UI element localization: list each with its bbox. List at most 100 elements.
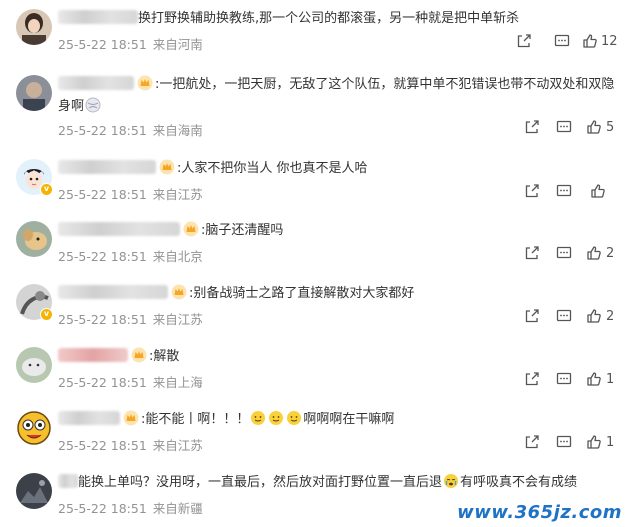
comment-meta: 25-5-22 18:51 来自江苏 [58,435,203,454]
comment-meta: 25-5-22 18:51 来自北京 [58,246,203,265]
avatar[interactable] [16,347,52,383]
comment-meta: 25-5-22 18:51 来自江苏 [58,309,203,328]
comment-location: 来自河南 [152,37,203,52]
comment-item: :脑子还清醒吗 25-5-22 18:51 来自北京 2 [0,212,628,274]
crown-icon [123,410,139,426]
comment-time: 25-5-22 18:51 [58,123,147,138]
thumbs-up-icon[interactable] [586,308,602,324]
comment-line: 换打野换辅助换教练,那一个公司的都滚蛋，另一种就是把中单斩杀 [58,8,620,30]
like-count: 2 [606,309,615,324]
comment-meta: 25-5-22 18:51 来自河南 [58,34,203,53]
avatar[interactable] [16,221,52,257]
comment-item: v :人家不把你当人 你也真不是人哈 25-5-22 18:51 来自江苏 [0,150,628,212]
comment-text-cont: 身啊 [58,99,85,114]
comment-meta: 25-5-22 18:51 来自海南 [58,120,203,139]
comment-time: 25-5-22 18:51 [58,312,147,327]
like-count: 1 [606,435,615,450]
share-icon[interactable] [524,119,540,135]
crying-emoji-icon [444,474,459,488]
username[interactable] [58,411,120,425]
comment-time: 25-5-22 18:51 [58,375,147,390]
comment-text: :脑子还清醒吗 [201,223,284,238]
share-icon[interactable] [524,183,540,199]
share-icon[interactable] [524,434,540,450]
comment-text-cont: 有呼吸真不会有成绩 [460,475,578,490]
username[interactable] [58,76,134,90]
smile-emoji-icon [269,411,284,425]
like-count: 5 [606,120,615,135]
comment-line: :脑子还清醒吗 [58,220,620,242]
crown-icon [183,221,199,237]
like-count: 2 [606,246,615,261]
comment-line: :别备战骑士之路了直接解散对大家都好 [58,283,620,305]
share-icon[interactable] [524,308,540,324]
username[interactable] [58,222,180,236]
comment-location: 来自江苏 [152,438,203,453]
comment-icon[interactable] [556,308,572,324]
comment-line: :解散 [58,346,620,368]
share-icon[interactable] [524,245,540,261]
comment-icon[interactable] [556,119,572,135]
comment-text: :解散 [149,349,180,364]
comment-location: 来自新疆 [152,501,203,516]
comment-location: 来自上海 [152,375,203,390]
username[interactable] [58,160,156,174]
thumbs-up-icon[interactable] [586,371,602,387]
comment-line: :一把航处，一把天厨，无敌了这个队伍，就算中单不犯错误也带不动双处和双隐 身啊 [58,74,620,118]
avatar[interactable] [16,473,52,509]
comment-icon[interactable] [556,245,572,261]
crown-icon [131,347,147,363]
comment-meta: 25-5-22 18:51 来自新疆 [58,498,203,517]
comment-meta: 25-5-22 18:51 来自江苏 [58,184,203,203]
comment-icon[interactable] [554,33,570,49]
comment-time: 25-5-22 18:51 [58,438,147,453]
crown-icon [137,75,153,91]
avatar[interactable] [16,410,52,446]
comment-meta: 25-5-22 18:51 来自上海 [58,372,203,391]
smile-emoji-icon [287,411,302,425]
comment-icon[interactable] [556,371,572,387]
comment-icon[interactable] [556,183,572,199]
verified-badge: v [40,183,53,196]
comment-time: 25-5-22 18:51 [58,249,147,264]
avatar[interactable] [16,9,52,45]
comment-time: 25-5-22 18:51 [58,37,147,52]
crown-icon [171,284,187,300]
username[interactable] [58,474,78,488]
ball-emoji-icon [85,97,101,113]
comment-icon[interactable] [556,434,572,450]
comment-time: 25-5-22 18:51 [58,187,147,202]
username[interactable] [58,348,128,362]
smile-emoji-icon [251,411,266,425]
avatar[interactable] [16,75,52,111]
comment-item: :解散 25-5-22 18:51 来自上海 1 [0,338,628,400]
thumbs-up-icon[interactable] [586,119,602,135]
watermark: www.365jz.com [457,502,622,523]
comment-text: 能换上单吗？没用呀，一直最后，然后放对面打野位置一直后退 [78,475,443,490]
comment-text-cont: 啊啊啊在干嘛啊 [303,412,395,427]
comment-location: 来自海南 [152,123,203,138]
comment-item: 换打野换辅助换教练,那一个公司的都滚蛋，另一种就是把中单斩杀 25-5-22 1… [0,0,628,62]
comment-line: 能换上单吗？没用呀，一直最后，然后放对面打野位置一直后退 有呼吸真不会有成绩 [58,472,620,494]
like-count: 1 [606,372,615,387]
comment-location: 来自江苏 [152,312,203,327]
thumbs-up-icon[interactable] [586,245,602,261]
comment-location: 来自北京 [152,249,203,264]
verified-badge: v [40,308,53,321]
thumbs-up-icon[interactable] [590,183,606,199]
comment-time: 25-5-22 18:51 [58,501,147,516]
username[interactable] [58,10,138,24]
comment-text: :一把航处，一把天厨，无敌了这个队伍，就算中单不犯错误也带不动双处和双隐 [155,77,615,92]
comment-location: 来自江苏 [152,187,203,202]
like-count: 12 [601,34,618,49]
comment-line: :人家不把你当人 你也真不是人哈 [58,158,620,180]
thumbs-up-icon[interactable] [586,434,602,450]
share-icon[interactable] [516,33,532,49]
comment-text: :人家不把你当人 你也真不是人哈 [177,161,368,176]
comment-item: v :别备战骑士之路了直接解散对大家都好 25-5-22 18:51 来自江苏 2 [0,275,628,337]
username[interactable] [58,285,168,299]
comment-item: :能不能丨啊！！！ 啊啊啊在干嘛啊 25-5-22 18:51 来自江苏 1 [0,401,628,463]
watermark-text: www.365jz.com [457,502,622,523]
thumbs-up-icon[interactable] [582,33,598,49]
share-icon[interactable] [524,371,540,387]
